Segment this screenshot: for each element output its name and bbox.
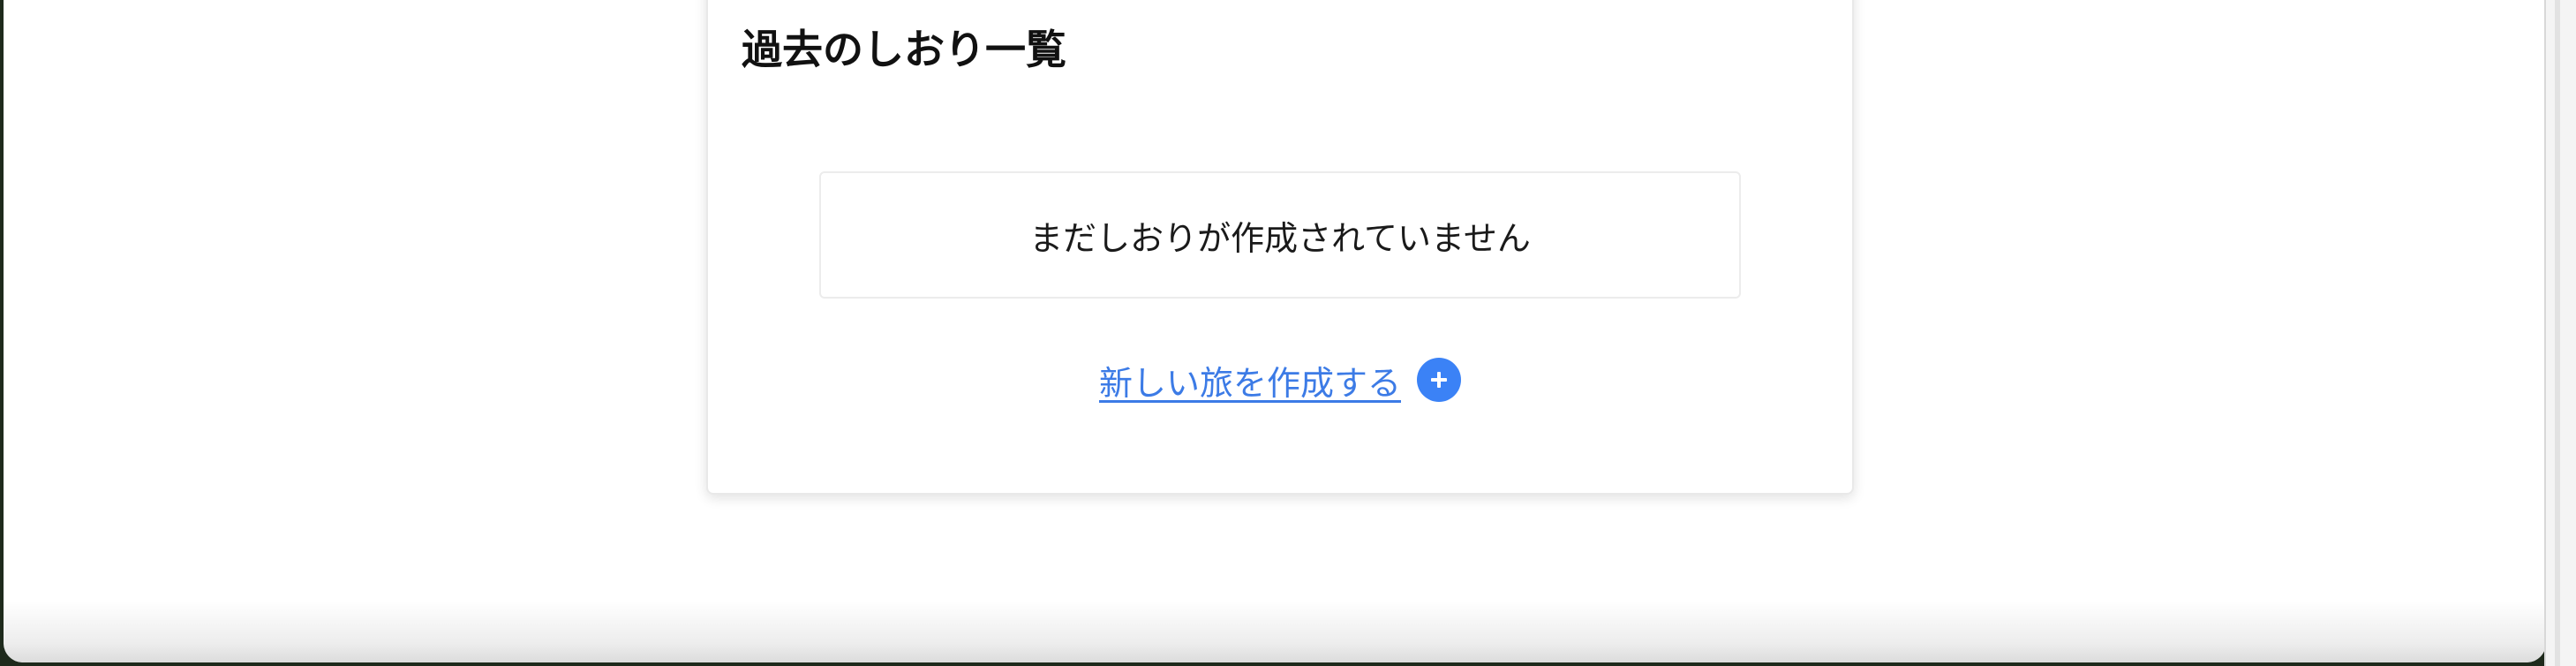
create-new-trip-row[interactable]: 新しい旅を作成する bbox=[708, 352, 1852, 408]
empty-state-message: まだしおりが作成されていません bbox=[1029, 218, 1531, 258]
section-title: 過去のしおり一覧 bbox=[742, 26, 1066, 73]
create-new-trip-link[interactable]: 新しい旅を作成する bbox=[1099, 356, 1401, 405]
browser-viewport: 過去のしおり一覧 まだしおりが作成されていません 新しい旅を作成する bbox=[4, 0, 2546, 662]
vertical-scrollbar[interactable] bbox=[2544, 0, 2576, 666]
scrollbar-track bbox=[2555, 0, 2560, 666]
plus-circle-icon[interactable] bbox=[1417, 358, 1461, 402]
window-bottom-shadow bbox=[4, 601, 2546, 662]
empty-state-box: まだしおりが作成されていません bbox=[819, 171, 1741, 299]
past-itineraries-card: 過去のしおり一覧 まだしおりが作成されていません 新しい旅を作成する bbox=[706, 0, 1854, 495]
